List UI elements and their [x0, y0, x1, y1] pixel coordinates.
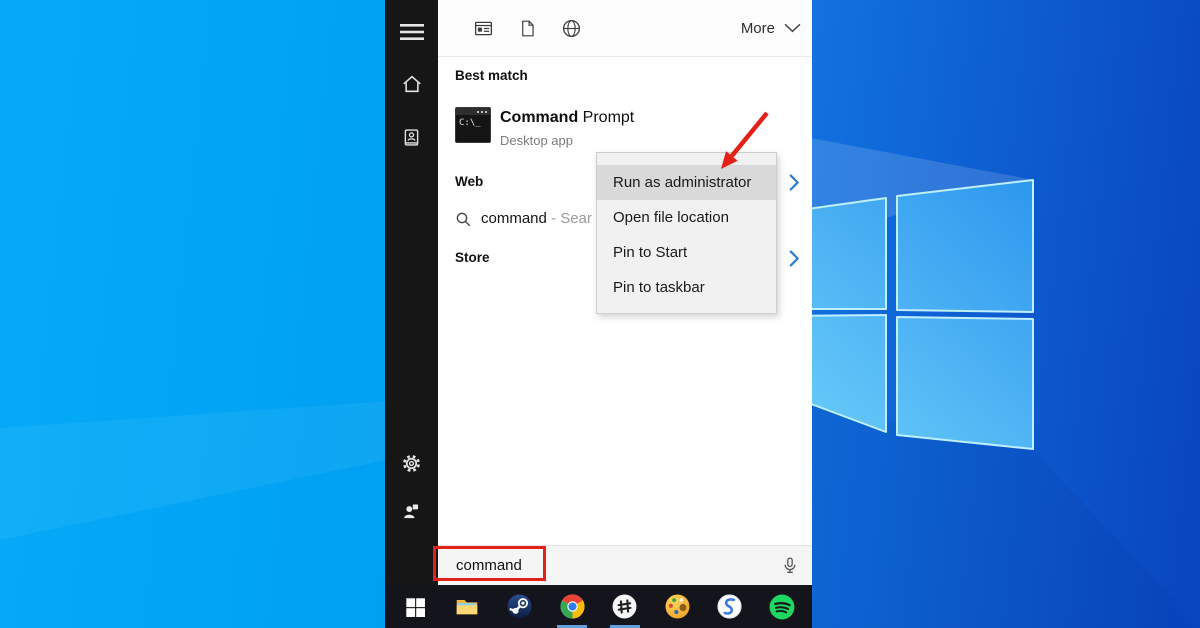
settings-button[interactable] — [394, 447, 430, 479]
store-section-header: Store — [455, 250, 490, 265]
web-suggestion-text: command - Sear — [481, 210, 592, 227]
documents-filter-button[interactable] — [510, 18, 544, 39]
globe-icon — [561, 18, 582, 39]
s-browser-button[interactable] — [713, 585, 747, 628]
chrome-icon — [560, 594, 585, 619]
web-expand-button[interactable] — [784, 171, 804, 193]
menu-item-open-file-location[interactable]: Open file location — [597, 200, 776, 235]
feedback-button[interactable] — [394, 495, 430, 527]
filter-bar: More — [438, 0, 812, 57]
best-match-subtitle: Desktop app — [500, 133, 573, 148]
menu-item-pin-to-taskbar[interactable]: Pin to taskbar — [597, 270, 776, 305]
web-section-header: Web — [455, 174, 483, 189]
microphone-button[interactable] — [780, 555, 800, 582]
microphone-icon — [780, 555, 800, 577]
best-match-header: Best match — [455, 68, 528, 83]
chevron-down-icon — [784, 23, 801, 33]
spotify-button[interactable] — [765, 585, 799, 628]
windows-start-icon — [404, 596, 426, 618]
hamburger-icon — [400, 23, 424, 41]
file-explorer-button[interactable] — [450, 585, 484, 628]
more-button[interactable]: More — [741, 20, 812, 37]
s-curve-icon — [717, 594, 742, 619]
chevron-right-icon — [789, 174, 800, 191]
flyout-sidebar — [385, 0, 438, 585]
best-match-title: Command Prompt — [500, 109, 634, 127]
feedback-person-icon — [401, 501, 422, 522]
annotation-highlight-box — [433, 546, 546, 581]
home-icon — [401, 73, 423, 95]
palette-icon — [665, 594, 690, 619]
more-label: More — [741, 20, 775, 37]
notebook-button[interactable] — [394, 121, 430, 153]
menu-item-run-as-administrator[interactable]: Run as administrator — [597, 165, 776, 200]
spotify-icon — [769, 594, 795, 620]
search-icon — [455, 211, 472, 228]
apps-icon — [473, 18, 494, 39]
document-icon — [518, 18, 537, 39]
steam-icon — [507, 594, 532, 619]
command-prompt-icon: C:\_ — [455, 107, 491, 143]
notebook-icon — [401, 127, 422, 148]
apps-filter-button[interactable] — [466, 18, 500, 39]
steam-button[interactable] — [503, 585, 537, 628]
store-expand-button[interactable] — [784, 247, 804, 269]
start-button[interactable] — [398, 585, 432, 628]
menu-item-pin-to-start[interactable]: Pin to Start — [597, 235, 776, 270]
paint-palette-button[interactable] — [660, 585, 694, 628]
folder-icon — [454, 594, 480, 620]
context-menu: Run as administrator Open file location … — [596, 152, 777, 314]
screenshot-root: More Best match C:\_ Command Prompt Desk… — [0, 0, 1200, 628]
best-match-item[interactable]: C:\_ Command Prompt Desktop app — [438, 100, 812, 152]
chrome-button[interactable] — [555, 585, 589, 628]
hash-icon — [612, 594, 637, 619]
taskbar — [385, 585, 812, 628]
home-button[interactable] — [394, 68, 430, 100]
web-filter-button[interactable] — [554, 18, 588, 39]
hash-app-button[interactable] — [608, 585, 642, 628]
menu-button[interactable] — [394, 16, 430, 48]
gear-icon — [401, 453, 422, 474]
chevron-right-icon — [789, 250, 800, 267]
